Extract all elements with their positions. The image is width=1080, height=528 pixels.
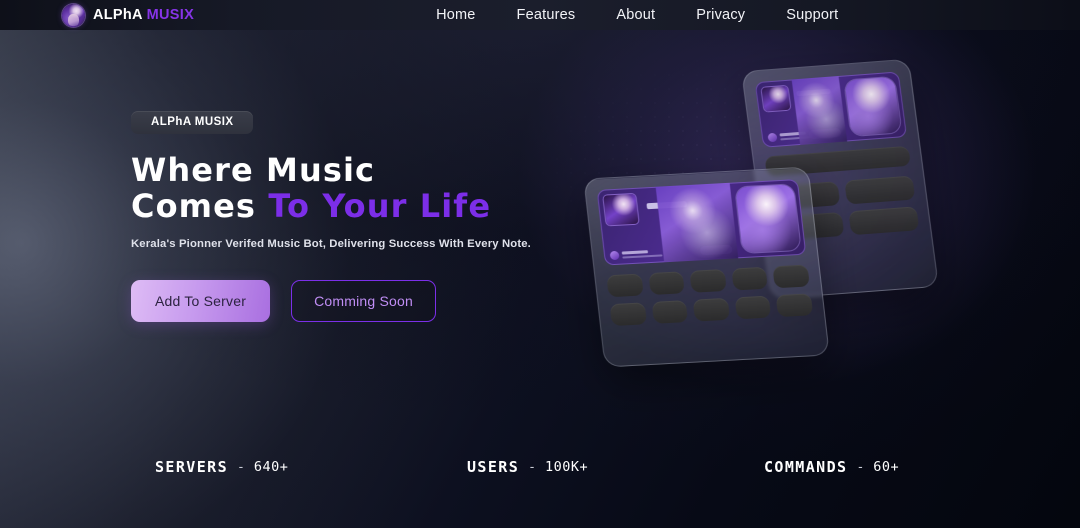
music-card-body-front <box>597 182 739 266</box>
hero-cta-group: Add To Server Comming Soon <box>131 280 601 323</box>
hero-heading-line1: Where Music <box>131 151 376 189</box>
stat-commands-value: 60+ <box>873 459 900 475</box>
mockup-button <box>651 300 689 324</box>
mockup-button <box>647 271 686 296</box>
avatar-logo-icon <box>62 3 85 27</box>
mockup-panel-front <box>583 166 830 368</box>
stat-commands: COMMANDS - 60+ <box>764 458 899 476</box>
hero-badge: ALPhA MUSIX <box>131 111 254 134</box>
stat-servers-value: 640+ <box>253 459 289 475</box>
card-brand-logo-icon <box>609 250 620 261</box>
stats-bar: SERVERS - 640+ USERS - 100K+ COMMANDS - … <box>0 458 1080 484</box>
track-thumbnail-icon <box>603 193 639 226</box>
hero-heading-plain: Comes <box>131 187 269 226</box>
stat-users-dash: - <box>528 459 536 475</box>
stat-servers: SERVERS - 640+ <box>155 458 288 476</box>
stat-servers-key: SERVERS <box>155 458 229 476</box>
hero-subtitle: Kerala's Pionner Verifed Music Bot, Deli… <box>131 238 531 251</box>
hero-heading: Where Music Comes To Your Life <box>131 152 601 224</box>
mockup-button <box>776 293 814 318</box>
mockup-button <box>606 273 644 298</box>
stat-users-value: 100K+ <box>544 459 589 475</box>
add-to-server-button[interactable]: Add To Server <box>131 280 271 323</box>
nav-item-features[interactable]: Features <box>517 7 576 23</box>
comming-soon-button[interactable]: Comming Soon <box>291 280 436 323</box>
card-avatar-front <box>735 184 801 254</box>
hero-section: ALPhA MUSIX Where Music Comes To Your Li… <box>131 111 601 323</box>
music-card-body-back <box>755 75 848 148</box>
card-brand-logo-icon <box>767 132 778 143</box>
stat-users: USERS - 100K+ <box>467 458 588 476</box>
top-navigation-bar: ALPhA MUSIX Home Features About Privacy … <box>0 0 1080 30</box>
stat-commands-dash: - <box>856 459 865 475</box>
mockup-button <box>847 206 920 236</box>
mockup-button <box>689 269 727 293</box>
nav-item-home[interactable]: Home <box>436 7 475 23</box>
mockup-button-grid-front <box>606 264 814 327</box>
card-avatar-back <box>844 76 902 137</box>
mockup-button <box>772 264 810 289</box>
card-artwork-back <box>791 75 848 145</box>
card-artwork-front <box>655 182 739 263</box>
stat-users-key: USERS <box>467 458 520 476</box>
brand-name-accent: MUSIX <box>146 7 195 23</box>
stat-commands-key: COMMANDS <box>764 458 848 476</box>
brand-name-primary: ALPhA <box>93 7 143 23</box>
track-thumbnail-icon <box>761 85 791 112</box>
music-player-card-front <box>596 179 807 266</box>
mockup-button <box>734 295 772 320</box>
nav-item-about[interactable]: About <box>616 7 655 23</box>
nav-item-privacy[interactable]: Privacy <box>696 7 745 23</box>
brand-logo[interactable]: ALPhA MUSIX <box>62 3 194 27</box>
product-mockup-group <box>560 40 980 370</box>
main-nav-links: Home Features About Privacy Support <box>436 7 838 23</box>
mockup-button <box>731 266 769 291</box>
mockup-button <box>692 297 730 322</box>
hero-heading-line2: Comes To Your Life <box>131 188 601 224</box>
stat-servers-dash: - <box>237 459 245 475</box>
brand-name: ALPhA MUSIX <box>93 7 194 23</box>
mockup-button <box>843 175 916 205</box>
card-footer-brand-front <box>609 248 663 261</box>
music-player-card-back <box>754 71 908 148</box>
nav-item-support[interactable]: Support <box>786 7 838 23</box>
page-background: ALPhA MUSIX Home Features About Privacy … <box>0 0 1080 528</box>
card-brand-text-placeholder <box>621 249 663 259</box>
hero-heading-accent: To Your Life <box>268 187 492 226</box>
mockup-button <box>609 302 647 327</box>
